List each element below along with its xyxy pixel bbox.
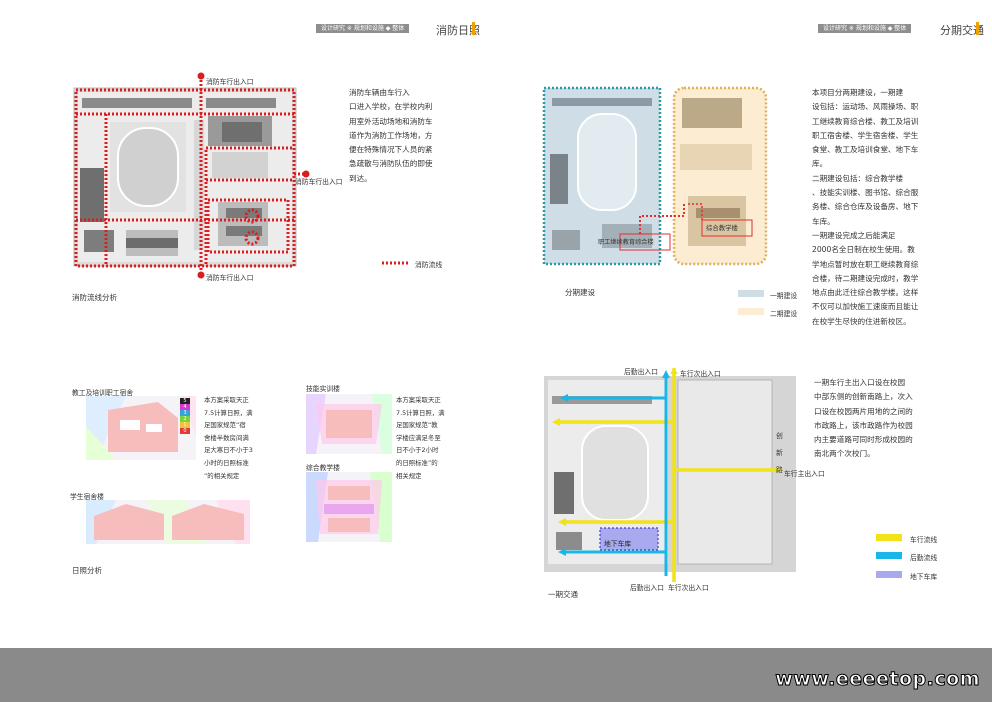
phase2-legend-label: 二期建设 bbox=[770, 310, 798, 318]
fire-analysis-caption: 消防流线分析 bbox=[72, 293, 117, 302]
phase-description: 本项目分两期建设，一期建 设包括：运动场、风雨操场、职 工继续教育综合楼、教工及… bbox=[812, 88, 919, 326]
fire-entrance-top-label: 消防车行出入口 bbox=[206, 78, 254, 86]
fire-description: 消防车辆由车行入 口进入学校，在学校内利 用室外活动场地和消防车 道作为消防工作… bbox=[349, 88, 433, 183]
garage-swatch bbox=[876, 571, 902, 578]
traffic-description: 一期车行主出入口设在校园 中部东侧的创新南路上，次入 口设在校园两片用地的之间的… bbox=[814, 378, 913, 459]
fire-route-legend-swatch bbox=[382, 261, 410, 265]
sun-label-teaching: 综合教学楼 bbox=[306, 464, 340, 472]
traffic-bottom-car-label: 车行次出入口 bbox=[668, 584, 709, 592]
garage-legend: 地下车库 bbox=[910, 573, 938, 581]
road-name: 创 新 路 bbox=[776, 432, 783, 474]
header-tag: 设计研究 ※ 规划和设施 ◆ 整体 bbox=[818, 24, 912, 33]
header-accent bbox=[976, 22, 979, 35]
scale-step: 0 bbox=[180, 428, 190, 434]
fire-route-legend-label: 消防流线 bbox=[415, 261, 443, 269]
phase1-legend-label: 一期建设 bbox=[770, 292, 798, 300]
traffic-main-entrance-label: 车行主出入口 bbox=[784, 470, 825, 478]
sun-hours-scale: 5 4 3 2 1 0 bbox=[180, 398, 190, 434]
garage-label: 地下车库 bbox=[604, 540, 632, 548]
sun-description-dorm: 本方案采取天正 7.5计算日照，满 足国家规范“宿 舍楼半数房间满 足大寒日不小… bbox=[204, 396, 253, 480]
phase-label-teaching: 综合教学楼 bbox=[706, 224, 738, 232]
sun-label-training: 技能实训楼 bbox=[306, 385, 340, 393]
traffic-plan bbox=[544, 368, 796, 582]
sun-analysis-caption: 日照分析 bbox=[72, 566, 102, 575]
phase1-swatch bbox=[738, 290, 764, 297]
phase2-swatch bbox=[738, 308, 764, 315]
fire-entrance-right-label: 消防车行出入口 bbox=[295, 178, 343, 186]
traffic-top-service-label: 后勤出入口 bbox=[624, 368, 658, 376]
sun-diagram-teaching bbox=[306, 472, 392, 542]
footer-bar: www.eeeetop.com bbox=[0, 648, 992, 702]
sun-diagram-student-dorm bbox=[86, 500, 250, 544]
phase-plan bbox=[542, 86, 768, 266]
car-route-legend: 车行流线 bbox=[910, 536, 938, 544]
service-route-swatch bbox=[876, 552, 902, 559]
traffic-caption: 一期交通 bbox=[548, 590, 578, 599]
sun-description-teaching: 本方案采取天正 7.5计算日照，满 足国家规范“教 学楼应满足冬至 日不小于2小… bbox=[396, 396, 445, 480]
fire-entrance-bottom-label: 消防车行出入口 bbox=[206, 274, 254, 282]
phase-label-continuing-ed: 职工继续教育综合楼 bbox=[598, 239, 654, 246]
watermark: www.eeeetop.com bbox=[775, 668, 980, 691]
header-tag: 设计研究 ※ 规划和设施 ◆ 整体 bbox=[316, 24, 410, 33]
car-route-swatch bbox=[876, 534, 902, 541]
traffic-top-car-label: 车行次出入口 bbox=[680, 370, 721, 378]
sun-diagram-training bbox=[306, 394, 392, 454]
fire-route-plan bbox=[73, 72, 310, 279]
header-accent bbox=[472, 22, 475, 35]
traffic-bottom-service-label: 后勤出入口 bbox=[630, 584, 664, 592]
service-route-legend: 后勤流线 bbox=[910, 554, 938, 562]
phase-caption: 分期建设 bbox=[565, 288, 595, 297]
